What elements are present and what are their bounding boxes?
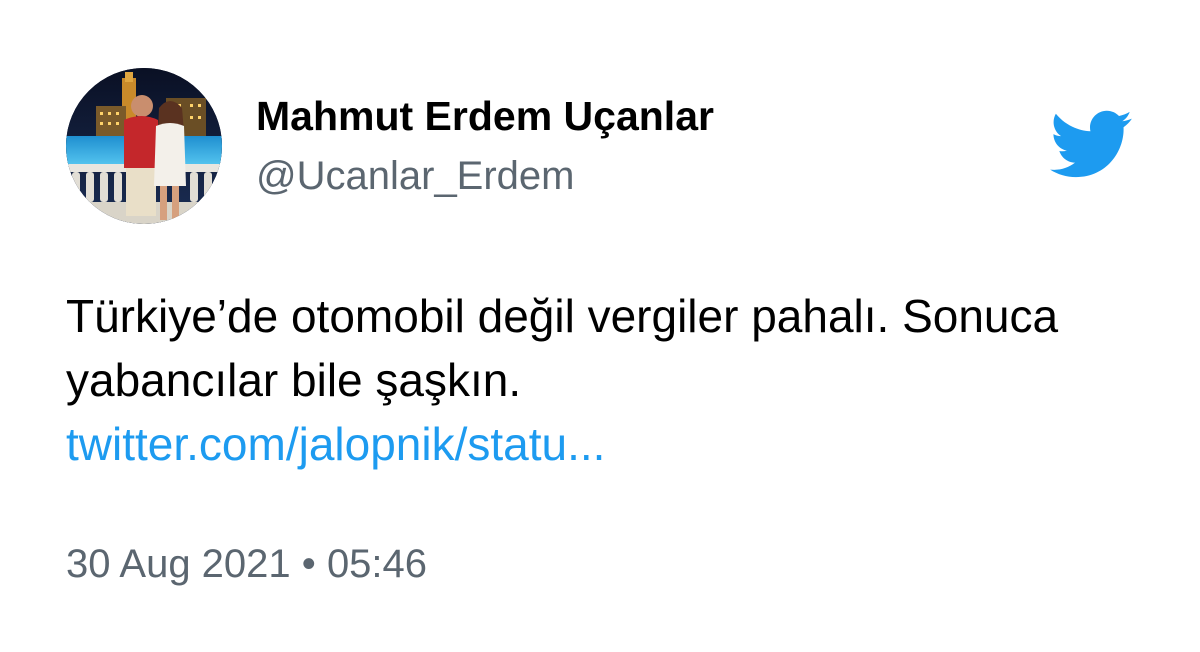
- avatar[interactable]: [66, 68, 222, 224]
- tweet-text-line-1: Türkiye’de otomobil değil vergiler pahal…: [66, 290, 1059, 342]
- tweet-time: 05:46: [326, 542, 428, 586]
- author-name[interactable]: Mahmut Erdem Uçanlar: [256, 92, 714, 140]
- tweet-body: Türkiye’de otomobil değil vergiler pahal…: [66, 284, 1156, 476]
- tweet-link[interactable]: twitter.com/jalopnik/statu...: [66, 418, 605, 470]
- avatar-photo: [66, 68, 222, 224]
- tweet-timestamp[interactable]: 30 Aug 2021 • 05:46: [66, 538, 427, 590]
- twitter-bird-icon[interactable]: [1046, 108, 1134, 180]
- tweet-text-line-2: yabancılar bile şaşkın.: [66, 354, 522, 406]
- tweet-date: 30 Aug 2021: [66, 542, 291, 586]
- author-handle[interactable]: @Ucanlar_Erdem: [256, 152, 575, 200]
- timestamp-separator: •: [301, 542, 316, 586]
